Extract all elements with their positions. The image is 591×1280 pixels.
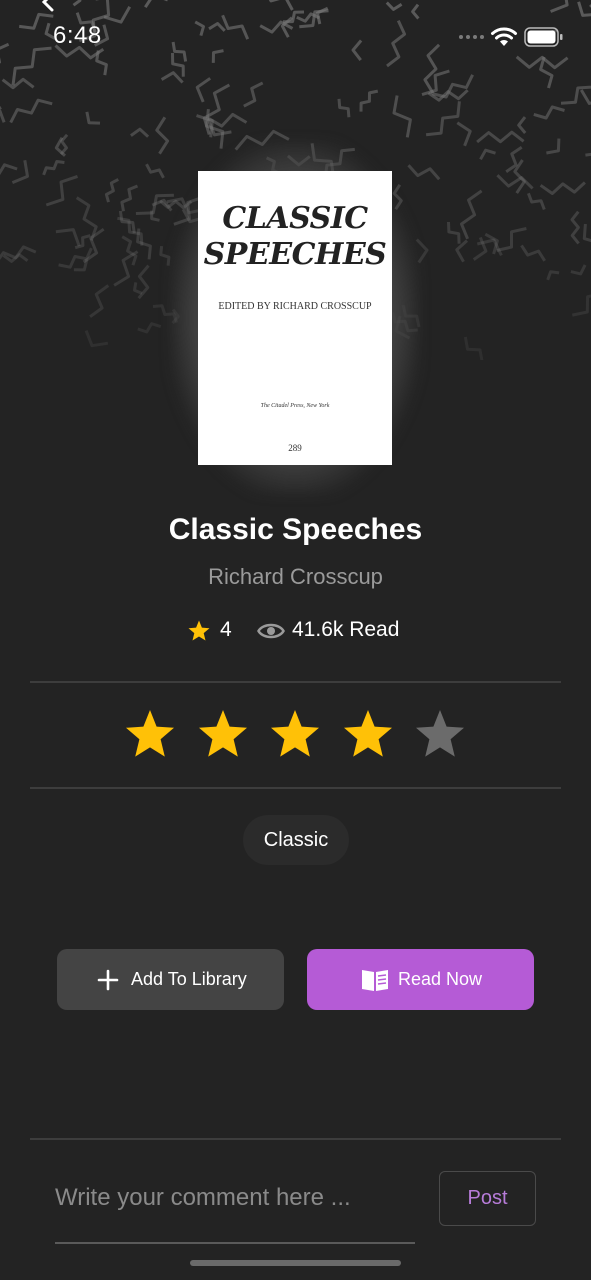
genre-chip[interactable]: Classic — [243, 815, 349, 865]
user-rating-stars — [0, 708, 591, 764]
wifi-icon — [491, 27, 517, 46]
rating-star-3[interactable] — [268, 708, 322, 762]
cover-press-text: The Citadel Press, New York — [260, 403, 330, 409]
book-stats: 4 41.6k Read — [0, 616, 591, 646]
chevron-left-icon[interactable] — [36, 0, 60, 14]
plus-icon — [97, 969, 119, 991]
cover-title-text: CLASSIC SPEECHES — [203, 201, 387, 272]
divider-comments — [30, 1138, 561, 1140]
add-to-library-label: Add To Library — [131, 969, 247, 989]
cover-number-text: 289 — [288, 443, 302, 453]
rating-star-2[interactable] — [196, 708, 250, 762]
book-cover: CLASSIC SPEECHES EDITED BY RICHARD CROSS… — [198, 171, 392, 465]
read-now-label: Read Now — [398, 969, 483, 989]
cellular-dots-icon — [459, 35, 484, 39]
cover-editor-text: EDITED BY RICHARD CROSSCUP — [218, 301, 372, 312]
rating-star-1[interactable] — [123, 708, 177, 762]
eye-icon — [257, 623, 285, 639]
status-bar: 6:48 — [0, 0, 591, 70]
rating-star-5[interactable] — [413, 708, 467, 762]
rating-star-4[interactable] — [341, 708, 395, 762]
divider-bottom — [30, 787, 561, 789]
divider-top — [30, 681, 561, 683]
reads-count: 41.6k Read — [292, 618, 400, 641]
battery-icon — [524, 27, 563, 47]
rating-value: 4 — [220, 618, 232, 641]
comment-input[interactable] — [55, 1176, 415, 1220]
book-author: Richard Crosscup — [208, 564, 383, 589]
open-book-icon — [362, 970, 388, 991]
comment-input-underline — [55, 1242, 415, 1244]
home-indicator — [190, 1260, 401, 1266]
post-button[interactable]: Post — [439, 1171, 536, 1226]
star-icon — [188, 620, 210, 641]
book-title: Classic Speeches — [168, 513, 423, 546]
status-time: 6:48 — [53, 22, 102, 49]
